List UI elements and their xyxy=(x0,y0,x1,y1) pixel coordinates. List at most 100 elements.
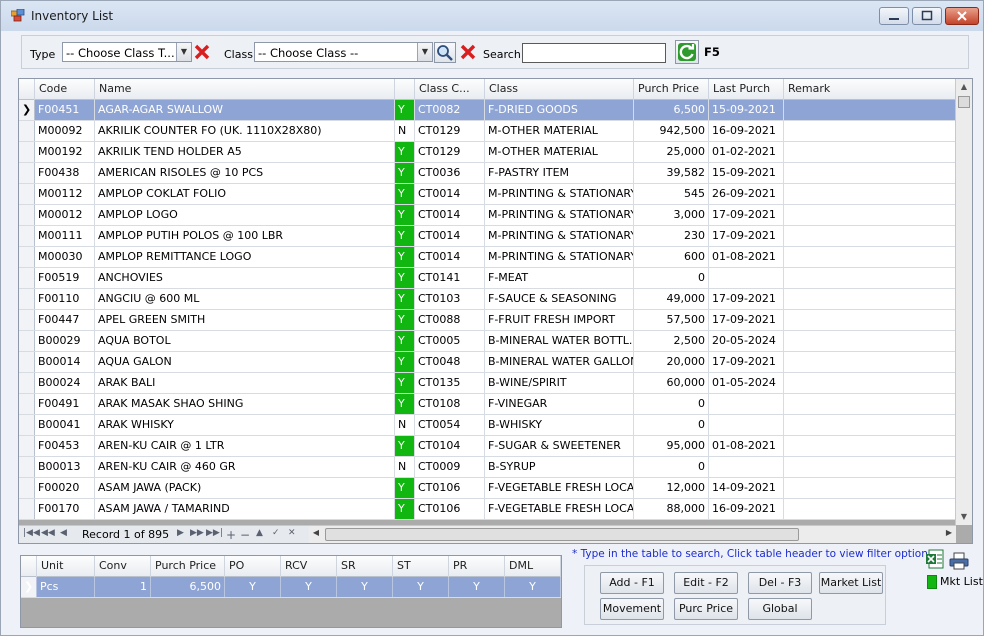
class-cell[interactable]: F-FRUIT FRESH IMPORT xyxy=(485,310,634,330)
minimize-button[interactable] xyxy=(879,7,909,25)
name-cell[interactable]: AGAR-AGAR SWALLOW xyxy=(95,100,395,120)
chevron-down-icon[interactable]: ▼ xyxy=(417,43,432,61)
class-cell[interactable]: M-OTHER MATERIAL xyxy=(485,142,634,162)
class-cell[interactable]: M-OTHER MATERIAL xyxy=(485,121,634,141)
scroll-up-icon[interactable]: ▲ xyxy=(956,79,972,95)
mkt-flag-cell[interactable]: Y xyxy=(395,100,415,120)
purch-price-cell[interactable]: 6,500 xyxy=(151,577,225,597)
purch-price-cell[interactable]: 57,500 xyxy=(634,310,709,330)
mkt-flag-cell[interactable]: Y xyxy=(395,352,415,372)
col-header-purch-price[interactable]: Purch Price xyxy=(151,556,225,577)
last-purch-cell[interactable]: 16-09-2021 xyxy=(709,499,784,519)
table-row[interactable]: B00014 AQUA GALON Y CT0048 B-MINERAL WATER G… xyxy=(19,352,956,373)
col-header-sr[interactable]: SR xyxy=(337,556,393,577)
code-cell[interactable]: B00024 xyxy=(35,373,95,393)
table-row[interactable]: F00491 ARAK MASAK SHAO SHING Y CT0108 F-VINE… xyxy=(19,394,956,415)
refresh-button[interactable] xyxy=(675,40,699,64)
col-header-dml[interactable]: DML xyxy=(505,556,561,577)
purch-price-cell[interactable]: 12,000 xyxy=(634,478,709,498)
delete-record-icon[interactable]: − xyxy=(240,528,250,542)
name-cell[interactable]: APEL GREEN SMITH xyxy=(95,310,395,330)
code-cell[interactable]: F00519 xyxy=(35,268,95,288)
name-cell[interactable]: AMPLOP COKLAT FOLIO xyxy=(95,184,395,204)
next-record-icon[interactable]: ▶ xyxy=(177,528,184,538)
class-code-cell[interactable]: CT0129 xyxy=(415,142,485,162)
table-row[interactable]: M00111 AMPLOP PUTIH POLOS @ 100 LBR Y CT001… xyxy=(19,226,956,247)
type-select[interactable]: -- Choose Class T... ▼ xyxy=(62,42,192,62)
col-header-purch-price[interactable]: Purch Price xyxy=(634,79,709,100)
table-row[interactable]: F00519 ANCHOVIES Y CT0141 F-MEAT 0 xyxy=(19,268,956,289)
remark-cell[interactable] xyxy=(784,436,956,456)
remark-cell[interactable] xyxy=(784,163,956,183)
global-button[interactable]: Global xyxy=(748,598,812,620)
clear-class-icon[interactable] xyxy=(460,44,476,60)
table-row[interactable]: F00453 AREN-KU CAIR @ 1 LTR Y CT0104 F-SUGAR… xyxy=(19,436,956,457)
table-row[interactable]: M00192 AKRILIK TEND HOLDER A5 Y CT0129 M-OTH… xyxy=(19,142,956,163)
class-code-cell[interactable]: CT0106 xyxy=(415,478,485,498)
close-button[interactable] xyxy=(945,7,979,25)
dml-cell[interactable]: Y xyxy=(505,577,561,597)
unit-grid[interactable]: Unit Conv Purch Price PO RCV SR ST PR DM… xyxy=(20,555,562,628)
remark-cell[interactable] xyxy=(784,310,956,330)
class-cell[interactable]: F-VEGETABLE FRESH LOCAL xyxy=(485,499,634,519)
mkt-flag-cell[interactable]: Y xyxy=(395,226,415,246)
purch-price-cell[interactable]: 25,000 xyxy=(634,142,709,162)
last-purch-cell[interactable]: 17-09-2021 xyxy=(709,205,784,225)
class-cell[interactable]: M-PRINTING & STATIONARY xyxy=(485,247,634,267)
mkt-flag-cell[interactable]: Y xyxy=(395,478,415,498)
remark-cell[interactable] xyxy=(784,247,956,267)
remark-cell[interactable] xyxy=(784,394,956,414)
class-cell[interactable]: F-SUGAR & SWEETENER xyxy=(485,436,634,456)
purch-price-cell[interactable]: 0 xyxy=(634,268,709,288)
col-header-conv[interactable]: Conv xyxy=(95,556,151,577)
class-cell[interactable]: B-MINERAL WATER GALLON xyxy=(485,352,634,372)
mkt-flag-cell[interactable]: Y xyxy=(395,268,415,288)
col-header-po[interactable]: PO xyxy=(225,556,281,577)
col-header-flag[interactable] xyxy=(395,79,415,100)
table-row[interactable]: B00041 ARAK WHISKY N CT0054 B-WHISKY 0 xyxy=(19,415,956,436)
purc-price-button[interactable]: Purc Price xyxy=(674,598,738,620)
col-header-remark[interactable]: Remark xyxy=(784,79,956,100)
table-row[interactable]: B00013 AREN-KU CAIR @ 460 GR N CT0009 B-SYRU… xyxy=(19,457,956,478)
name-cell[interactable]: AMPLOP REMITTANCE LOGO xyxy=(95,247,395,267)
name-cell[interactable]: AKRILIK COUNTER FO (UK. 1110X28X80) xyxy=(95,121,395,141)
table-row[interactable]: F00438 AMERICAN RISOLES @ 10 PCS Y CT0036 F-… xyxy=(19,163,956,184)
delete-button[interactable]: Del - F3 xyxy=(748,572,812,594)
remark-cell[interactable] xyxy=(784,205,956,225)
mkt-flag-cell[interactable]: N xyxy=(395,457,415,477)
table-row[interactable]: F00110 ANGCIU @ 600 ML Y CT0103 F-SAUCE & SE… xyxy=(19,289,956,310)
class-code-cell[interactable]: CT0135 xyxy=(415,373,485,393)
purch-price-cell[interactable]: 3,000 xyxy=(634,205,709,225)
last-purch-cell[interactable]: 01-02-2021 xyxy=(709,142,784,162)
name-cell[interactable]: ASAM JAWA / TAMARIND xyxy=(95,499,395,519)
st-cell[interactable]: Y xyxy=(393,577,449,597)
purch-price-cell[interactable]: 0 xyxy=(634,457,709,477)
last-purch-cell[interactable] xyxy=(709,268,784,288)
code-cell[interactable]: B00013 xyxy=(35,457,95,477)
name-cell[interactable]: ANGCIU @ 600 ML xyxy=(95,289,395,309)
scroll-thumb[interactable] xyxy=(958,96,970,108)
last-purch-cell[interactable]: 17-09-2021 xyxy=(709,226,784,246)
prev-record-icon[interactable]: ◀ xyxy=(60,528,67,538)
name-cell[interactable]: ASAM JAWA (PACK) xyxy=(95,478,395,498)
scroll-down-icon[interactable]: ▼ xyxy=(956,509,972,525)
class-cell[interactable]: B-SYRUP xyxy=(485,457,634,477)
code-cell[interactable]: F00447 xyxy=(35,310,95,330)
mkt-flag-cell[interactable]: Y xyxy=(395,289,415,309)
edit-button[interactable]: Edit - F2 xyxy=(674,572,738,594)
remark-cell[interactable] xyxy=(784,457,956,477)
class-cell[interactable]: F-PASTRY ITEM xyxy=(485,163,634,183)
name-cell[interactable]: ARAK BALI xyxy=(95,373,395,393)
last-record-icon[interactable]: ▶▶| xyxy=(206,528,223,538)
cancel-record-icon[interactable]: ✕ xyxy=(288,528,296,538)
class-cell[interactable]: F-VEGETABLE FRESH LOCAL xyxy=(485,478,634,498)
last-purch-cell[interactable] xyxy=(709,394,784,414)
col-header-pr[interactable]: PR xyxy=(449,556,505,577)
name-cell[interactable]: AREN-KU CAIR @ 1 LTR xyxy=(95,436,395,456)
mkt-flag-cell[interactable]: Y xyxy=(395,163,415,183)
class-code-cell[interactable]: CT0141 xyxy=(415,268,485,288)
mkt-flag-cell[interactable]: N xyxy=(395,121,415,141)
class-cell[interactable]: F-MEAT xyxy=(485,268,634,288)
save-record-icon[interactable]: ✓ xyxy=(272,528,280,538)
code-cell[interactable]: M00012 xyxy=(35,205,95,225)
